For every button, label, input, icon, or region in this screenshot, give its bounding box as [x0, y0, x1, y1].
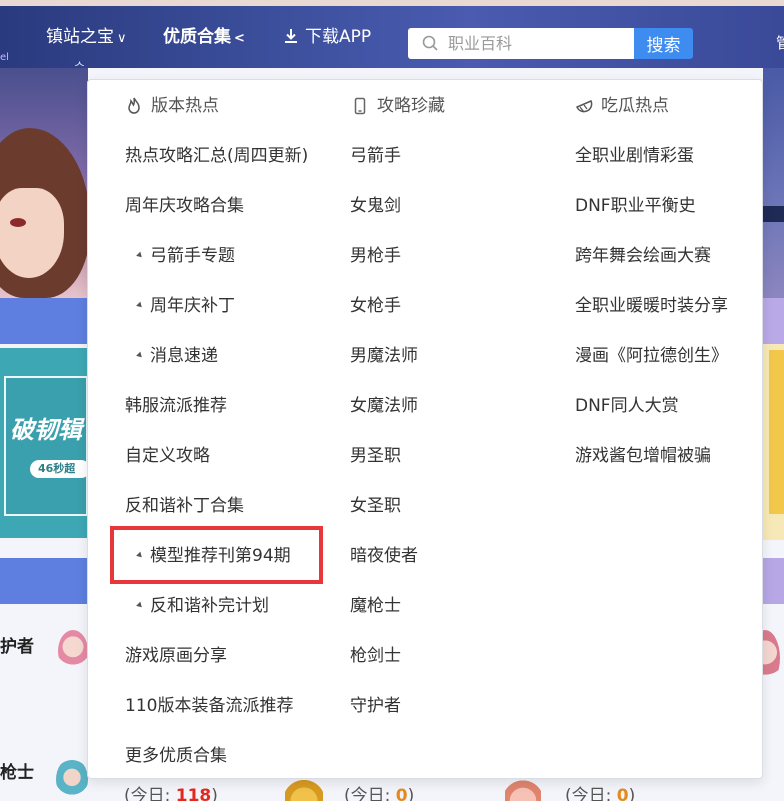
reward-icon [285, 778, 323, 801]
section-band-2 [0, 558, 88, 604]
menu-item[interactable]: 反和谐补丁合集 [125, 493, 244, 519]
today-count: (今日: 0) [565, 781, 635, 801]
phone-icon [354, 97, 366, 115]
nav-download-label: 下载APP [305, 27, 372, 47]
menu-item[interactable]: DNF同人大赏 [575, 393, 679, 419]
nav-quality-collection[interactable]: 优质合集 < [163, 26, 245, 50]
menu-item[interactable]: 魔枪士 [350, 593, 401, 619]
menu-item[interactable]: 女魔法师 [350, 393, 418, 419]
today-count-value: 118 [175, 786, 212, 801]
menu-item[interactable]: 女鬼剑 [350, 193, 401, 219]
feature-card-cover: 破韧辑 46秒超 [0, 348, 90, 538]
menu-item[interactable]: 女圣职 [350, 493, 401, 519]
menu-item[interactable]: 韩服流派推荐 [125, 393, 227, 419]
menu-item[interactable]: 守护者 [350, 693, 401, 719]
menu-item[interactable]: 枪剑士 [350, 643, 401, 669]
menu-item[interactable]: 游戏原画分享 [125, 643, 227, 669]
nav-treasure[interactable]: 镇站之宝 ∨ [46, 26, 127, 50]
section-band [0, 298, 88, 344]
character-avatar[interactable] [58, 630, 88, 672]
column-header-label: 版本热点 [151, 96, 219, 116]
fire-icon [128, 97, 140, 114]
class-list-label[interactable]: 护者 [0, 632, 34, 657]
menu-item[interactable]: 男枪手 [350, 243, 401, 269]
top-navbar: el 镇站之宝∨ ᄉ 优质合集< 下载APP 搜索 管 [0, 6, 784, 74]
class-list-label[interactable]: 枪士 [0, 758, 34, 783]
nav-quality-label: 优质合集 [163, 27, 231, 47]
menu-item[interactable]: 游戏酱包增帽被骗 [575, 443, 711, 469]
scroll-icon [505, 778, 541, 801]
section-band-2-right [763, 558, 784, 604]
search-box [408, 28, 634, 59]
chevron-left-icon: < [234, 31, 245, 46]
nav-treasure-label: 镇站之宝 [46, 27, 114, 47]
column-header-label: 吃瓜热点 [601, 96, 669, 116]
melon-icon [576, 100, 593, 113]
submenu-bullet-icon [136, 351, 144, 360]
search-input[interactable] [448, 32, 628, 55]
today-count-value: 0 [616, 786, 629, 801]
submenu-bullet-icon [136, 601, 144, 610]
menu-item[interactable]: 弓箭手 [350, 143, 401, 169]
more-collections-link[interactable]: 更多优质合集 [125, 743, 227, 769]
section-band-right [763, 298, 784, 344]
feature-card-right[interactable] [763, 344, 784, 540]
hero-banner-right[interactable] [763, 68, 784, 298]
feature-card-title: 破韧辑 [10, 416, 82, 444]
menu-item[interactable]: 全职业暖暖时装分享 [575, 293, 728, 319]
feature-card-badge: 46秒超 [30, 460, 90, 478]
menu-item[interactable]: 周年庆攻略合集 [125, 193, 244, 219]
submenu-bullet-icon [136, 301, 144, 310]
nav-overflow-fragment[interactable]: 管 [776, 32, 784, 53]
column-header-label: 攻略珍藏 [377, 96, 445, 116]
menu-item[interactable]: 男圣职 [350, 443, 401, 469]
hero-banner[interactable] [0, 68, 88, 298]
menu-item[interactable]: 漫画《阿拉德创生》 [575, 343, 728, 369]
feature-card[interactable]: 破韧辑 46秒超 [0, 344, 90, 540]
menu-item[interactable]: 热点攻略汇总(周四更新) [125, 143, 308, 169]
chevron-down-icon: ∨ [117, 31, 127, 46]
today-count: (今日: 118) [124, 781, 218, 801]
search-icon [422, 35, 438, 51]
menu-item[interactable]: 女枪手 [350, 293, 401, 319]
search-button[interactable]: 搜索 [634, 28, 693, 59]
download-icon [285, 29, 297, 43]
today-count: (今日: 0) [344, 781, 414, 801]
submenu-bullet-icon [136, 251, 144, 260]
menu-item[interactable]: 自定义攻略 [125, 443, 210, 469]
character-avatar[interactable] [56, 758, 88, 801]
today-count-value: 0 [395, 786, 408, 801]
annotation-highlight-box [110, 526, 323, 584]
quality-collection-dropdown: 版本热点 攻略珍藏 吃瓜热点 热点攻略汇总(周四更新) 周年庆攻略合集 弓箭手专… [87, 79, 763, 779]
nav-download-app[interactable]: 下载APP [283, 26, 371, 48]
menu-item[interactable]: 暗夜使者 [350, 543, 418, 569]
menu-item[interactable]: 男魔法师 [350, 343, 418, 369]
logo-fragment: el [0, 52, 9, 63]
menu-item[interactable]: 跨年舞会绘画大赛 [575, 243, 711, 269]
menu-item[interactable]: DNF职业平衡史 [575, 193, 696, 219]
menu-item[interactable]: 全职业剧情彩蛋 [575, 143, 694, 169]
menu-item[interactable]: 110版本装备流派推荐 [125, 693, 293, 719]
